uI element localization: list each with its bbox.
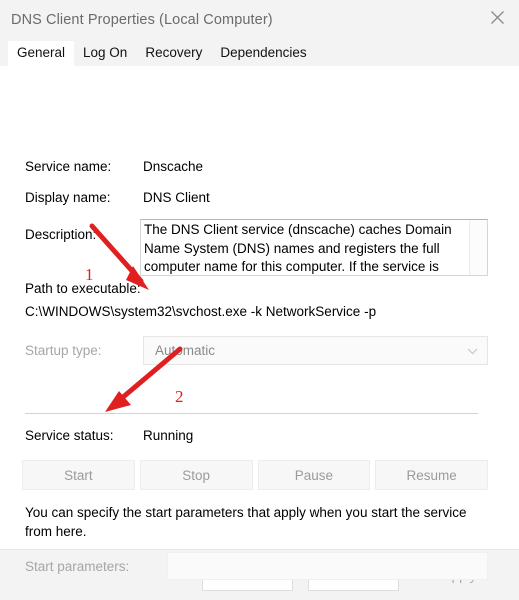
start-parameters-label: Start parameters:: [25, 559, 130, 574]
tab-general[interactable]: General: [8, 41, 75, 66]
service-name-value: Dnscache: [143, 159, 204, 174]
tab-strip: General Log On Recovery Dependencies: [0, 40, 519, 66]
tab-log-on[interactable]: Log On: [74, 41, 136, 66]
title-bar: DNS Client Properties (Local Computer): [0, 0, 519, 40]
tab-dependencies[interactable]: Dependencies: [211, 41, 315, 66]
description-scrollbar[interactable]: [469, 220, 487, 275]
path-to-executable-label: Path to executable:: [25, 281, 141, 296]
close-icon[interactable]: [475, 0, 519, 34]
chevron-down-icon: [467, 342, 478, 360]
start-button[interactable]: Start: [22, 460, 135, 490]
service-status-label: Service status:: [25, 428, 114, 443]
startup-type-value: Automatic: [155, 343, 216, 358]
resume-button[interactable]: Resume: [375, 460, 488, 490]
startup-type-dropdown[interactable]: Automatic: [143, 336, 488, 365]
path-to-executable-value: C:\WINDOWS\system32\svchost.exe -k Netwo…: [25, 304, 377, 319]
display-name-label: Display name:: [25, 190, 111, 205]
start-parameters-help-text: You can specify the start parameters tha…: [25, 505, 467, 539]
service-status-value: Running: [143, 428, 194, 443]
description-textbox[interactable]: The DNS Client service (dnscache) caches…: [140, 219, 488, 276]
service-name-label: Service name:: [25, 159, 112, 174]
description-label: Description:: [25, 227, 97, 242]
display-name-value: DNS Client: [143, 190, 210, 205]
startup-type-label: Startup type:: [25, 343, 102, 358]
general-tab-panel: Service name: Dnscache Display name: DNS…: [0, 66, 519, 580]
tab-recovery[interactable]: Recovery: [136, 41, 211, 66]
start-parameters-input[interactable]: [167, 552, 488, 580]
window-title: DNS Client Properties (Local Computer): [11, 12, 273, 28]
service-control-buttons: Start Stop Pause Resume: [22, 460, 488, 490]
pause-button[interactable]: Pause: [257, 460, 371, 490]
description-value: The DNS Client service (dnscache) caches…: [144, 222, 452, 274]
section-divider: [25, 413, 478, 414]
stop-button[interactable]: Stop: [139, 460, 253, 490]
annotation-marker-2: 2: [175, 387, 184, 406]
service-properties-dialog: DNS Client Properties (Local Computer) G…: [0, 0, 519, 600]
